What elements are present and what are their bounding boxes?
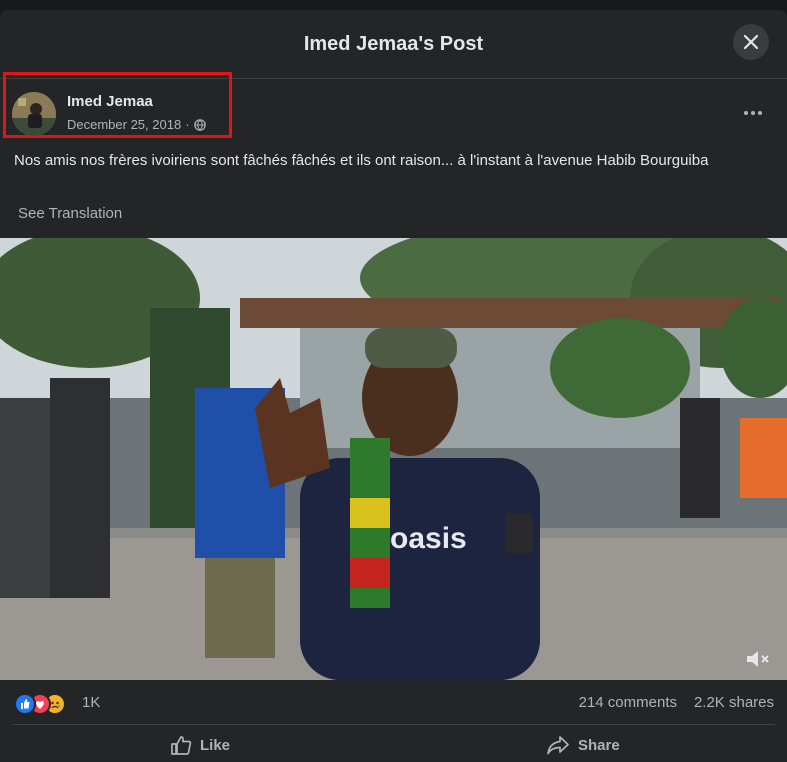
actions-divider — [12, 724, 775, 725]
close-button[interactable] — [733, 24, 769, 60]
share-button[interactable]: Share — [546, 728, 620, 762]
like-reaction-icon — [14, 693, 36, 715]
avatar-photo-icon — [12, 92, 56, 136]
shirt-logo-text: oasis — [390, 522, 467, 555]
post-author-row: Imed Jemaa December 25, 2018 · — [0, 72, 787, 145]
close-icon — [743, 34, 759, 50]
comments-count-link[interactable]: 214 comments — [579, 694, 677, 711]
more-options-button[interactable] — [741, 103, 765, 123]
meta-separator: · — [185, 117, 190, 132]
like-button[interactable]: Like — [170, 728, 230, 762]
globe-icon[interactable] — [193, 118, 206, 131]
post-video[interactable]: oasis — [0, 238, 787, 680]
speaker-muted-icon — [747, 651, 769, 667]
author-avatar[interactable] — [12, 92, 56, 136]
modal-title: Imed Jemaa's Post — [303, 32, 484, 55]
see-translation-link[interactable]: See Translation — [18, 205, 122, 222]
more-dot-icon — [758, 111, 762, 115]
shares-count-link[interactable]: 2.2K shares — [694, 694, 774, 711]
modal-header: Imed Jemaa's Post — [0, 10, 787, 79]
reaction-icons[interactable] — [14, 693, 76, 715]
share-button-label: Share — [578, 736, 620, 754]
author-name-link[interactable]: Imed Jemaa — [67, 93, 153, 110]
share-arrow-icon — [547, 736, 569, 755]
post-text: Nos amis nos frères ivoiriens sont fâché… — [14, 152, 709, 169]
post-date-link[interactable]: December 25, 2018 — [67, 117, 181, 132]
reaction-count[interactable]: 1K — [82, 694, 100, 711]
like-button-label: Like — [200, 736, 231, 754]
more-dot-icon — [751, 111, 755, 115]
background-page-strip — [0, 0, 787, 10]
thumbs-up-icon — [171, 736, 192, 755]
post-meta: December 25, 2018 · — [67, 117, 206, 132]
engagement-bar: 1K 214 comments 2.2K shares — [0, 686, 787, 720]
mute-button[interactable] — [745, 648, 771, 670]
post-modal: Imed Jemaa's Post Imed Jemaa December 25… — [0, 10, 787, 762]
video-frame-scene: oasis — [0, 238, 787, 680]
more-dot-icon — [744, 111, 748, 115]
